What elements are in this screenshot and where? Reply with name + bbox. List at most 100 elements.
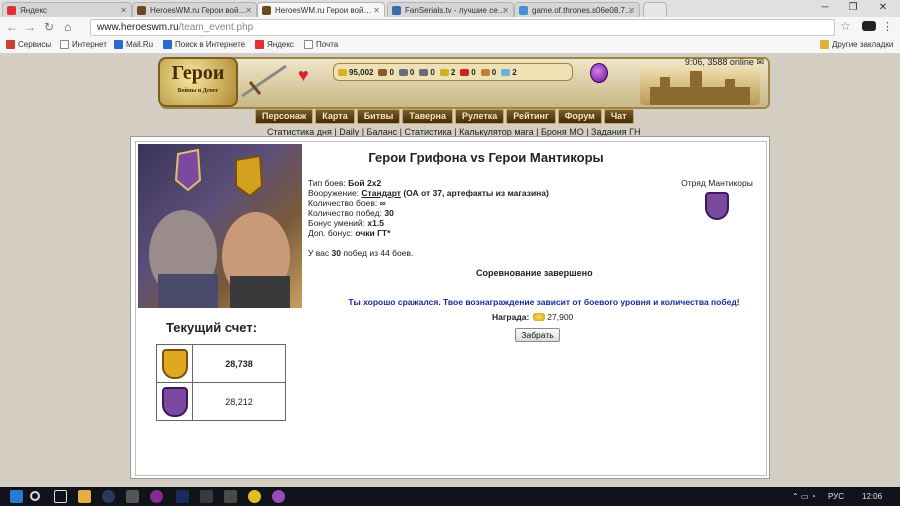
mail-icon[interactable]: ✉ <box>756 57 764 67</box>
event-finished: Соревнование завершено <box>476 268 593 278</box>
nav-chat[interactable]: Чат <box>603 109 634 124</box>
nav-tavern[interactable]: Таверна <box>402 109 453 124</box>
home-icon[interactable]: ⌂ <box>64 20 71 34</box>
new-tab-button[interactable] <box>643 2 667 17</box>
castle-icon <box>650 71 750 105</box>
reload-icon[interactable]: ↻ <box>44 20 54 34</box>
wins-prefix: У вас <box>308 248 330 258</box>
tab-yandex[interactable]: Яндекс ✕ <box>2 2 132 17</box>
search-icon[interactable] <box>30 491 40 501</box>
resource-value: 2 <box>512 67 517 77</box>
windows-start-icon[interactable] <box>10 490 23 503</box>
file-explorer-icon[interactable] <box>78 490 91 503</box>
close-icon[interactable]: ✕ <box>120 6 127 15</box>
nav-battles[interactable]: Битвы <box>356 109 401 124</box>
bookmark-mailru[interactable]: Mail.Ru <box>114 40 153 49</box>
close-window-button[interactable]: ✕ <box>868 0 898 15</box>
score-gryphon: 28,738 <box>192 344 286 383</box>
resource-item: 0 <box>480 67 497 77</box>
language-indicator[interactable]: РУС <box>828 492 844 501</box>
app-icon[interactable] <box>150 490 163 503</box>
other-bookmarks[interactable]: Другие закладки <box>820 40 893 49</box>
maximize-button[interactable]: ❐ <box>838 0 868 15</box>
resource-item: 95,002 <box>338 68 373 77</box>
nav-roulette[interactable]: Рулетка <box>454 109 505 124</box>
take-reward-button[interactable]: Забрать <box>515 328 560 342</box>
steam-icon[interactable] <box>102 490 115 503</box>
tab-heroeswm-1[interactable]: HeroesWM.ru Герои вой… ✕ <box>132 2 257 17</box>
bookmark-star-icon[interactable]: ☆ <box>840 19 851 33</box>
heroes-icon <box>262 5 271 15</box>
yandex-icon <box>7 5 16 15</box>
back-icon[interactable]: ← <box>6 20 18 34</box>
health-heart-icon[interactable]: ♥ <box>298 65 309 86</box>
armament-link[interactable]: Стандарт <box>361 188 401 198</box>
resource-icon <box>338 68 347 76</box>
close-icon[interactable]: ✕ <box>628 6 635 15</box>
taskbar: ⌃ ▭ ◔ РУС 12:06 <box>0 487 900 506</box>
bookmark-mail[interactable]: Почта <box>304 40 338 49</box>
score-manticore: 28,212 <box>192 382 286 421</box>
bookmark-search[interactable]: Поиск в Интернете <box>163 40 245 49</box>
app-icon[interactable] <box>224 490 237 503</box>
reward-label: Награда: <box>492 312 530 322</box>
bookmark-label: Сервисы <box>18 40 52 49</box>
forward-icon[interactable]: → <box>24 20 36 34</box>
mailru-icon <box>114 40 123 49</box>
mana-potion-icon[interactable] <box>590 63 608 83</box>
nav-character[interactable]: Персонаж <box>255 109 314 124</box>
tray-icons[interactable]: ⌃ ▭ ◔ <box>792 492 816 501</box>
manticore-shield-icon <box>705 192 729 220</box>
wins-label: Количество побед: <box>308 208 382 218</box>
wins-value: 30 <box>384 208 394 218</box>
close-icon[interactable]: ✕ <box>502 6 509 15</box>
resource-value: 0 <box>471 67 476 77</box>
app-icon[interactable] <box>200 490 213 503</box>
tab-strip: Яндекс ✕ HeroesWM.ru Герои вой… ✕ Heroes… <box>0 0 900 17</box>
clock[interactable]: 12:06 <box>862 492 882 501</box>
battles-label: Количество боев: <box>308 198 378 208</box>
nav-map[interactable]: Карта <box>315 109 355 124</box>
bookmark-services[interactable]: Сервисы <box>6 40 51 49</box>
battle-type-label: Тип боев: <box>308 178 346 188</box>
resource-value: 0 <box>491 67 497 77</box>
nav-rating[interactable]: Рейтинг <box>506 109 556 124</box>
close-icon[interactable]: ✕ <box>245 6 252 15</box>
resource-icon <box>460 68 470 76</box>
resource-value: 0 <box>389 67 394 77</box>
resources-bar: 95,002 0 0 0 2 0 0 2 <box>333 63 573 81</box>
table-row: 28,212 <box>156 382 286 421</box>
reward-line: Награда: 27,900 <box>492 312 573 322</box>
folder-icon <box>820 40 829 49</box>
tab-title: Яндекс <box>20 5 47 15</box>
tab-title: HeroesWM.ru Герои вой… <box>275 5 372 15</box>
menu-icon[interactable]: ⋮ <box>882 20 893 33</box>
address-bar[interactable]: www.heroeswm.ru/team_event.php <box>90 19 835 36</box>
tab-got[interactable]: game.of.thrones.s06e08.7… ✕ <box>514 2 640 17</box>
game-logo[interactable]: Герои Войны и Денег <box>158 57 238 107</box>
minimize-button[interactable]: ─ <box>810 0 840 15</box>
resource-icon <box>398 68 408 76</box>
tab-title: game.of.thrones.s06e08.7… <box>532 5 633 15</box>
resource-value: 95,002 <box>349 67 374 77</box>
photoshop-icon[interactable] <box>176 490 189 503</box>
bookmark-internet[interactable]: Интернет <box>60 40 107 49</box>
castle-banner <box>640 67 760 105</box>
event-artwork <box>138 144 302 308</box>
bookmark-yandex[interactable]: Яндекс <box>255 40 294 49</box>
gold-icon <box>533 313 546 321</box>
table-cell <box>156 344 193 383</box>
tab-fanserials[interactable]: FanSerials.tv - лучшие се… ✕ <box>387 2 514 17</box>
game-icon[interactable] <box>126 490 139 503</box>
page-icon <box>304 40 313 49</box>
heroes-artwork-image <box>149 148 290 308</box>
task-view-icon[interactable] <box>54 490 67 503</box>
nav-forum[interactable]: Форум <box>557 109 602 124</box>
resource-icon <box>480 68 490 76</box>
chrome-icon[interactable] <box>248 490 261 503</box>
extension-icon[interactable] <box>862 21 876 31</box>
close-icon[interactable]: ✕ <box>373 6 380 15</box>
tab-heroeswm-2[interactable]: HeroesWM.ru Герои вой… ✕ <box>257 2 385 17</box>
app-icon[interactable] <box>272 490 285 503</box>
event-title: Герои Грифона vs Герои Мантикоры <box>368 150 604 165</box>
